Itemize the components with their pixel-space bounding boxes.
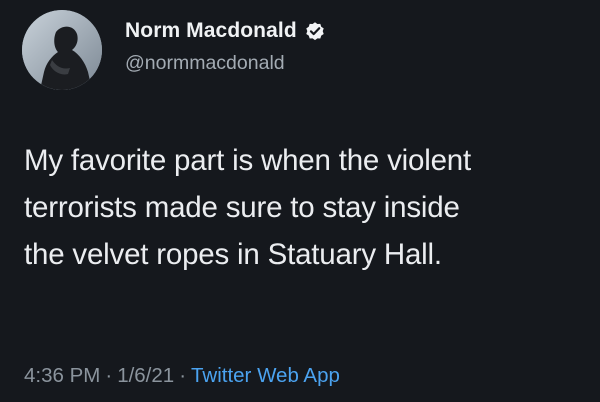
tweet-time[interactable]: 4:36 PM [24,364,100,387]
tweet-meta: 4:36 PM · 1/6/21 · Twitter Web App [24,364,340,388]
tweet-source-link[interactable]: Twitter Web App [191,364,340,387]
tweet-text-line: My favorite part is when the violent [24,144,471,177]
avatar-photo [22,10,102,90]
author-name-row: Norm Macdonald [125,15,326,47]
verified-badge-icon [304,20,326,42]
author-display-name[interactable]: Norm Macdonald [125,19,297,43]
tweet-text-line: terrorists made sure to stay inside [24,191,460,224]
meta-separator: · [179,364,187,387]
tweet-card: Norm Macdonald @normmacdonald My favorit… [0,0,600,402]
meta-separator: · [105,364,113,387]
tweet-text-line: the velvet ropes in Statuary Hall. [24,238,442,271]
avatar[interactable] [22,10,102,90]
tweet-date[interactable]: 1/6/21 [117,364,174,387]
tweet-text: My favorite part is when the violent ter… [24,137,594,278]
author-handle[interactable]: @normmacdonald [125,52,285,75]
